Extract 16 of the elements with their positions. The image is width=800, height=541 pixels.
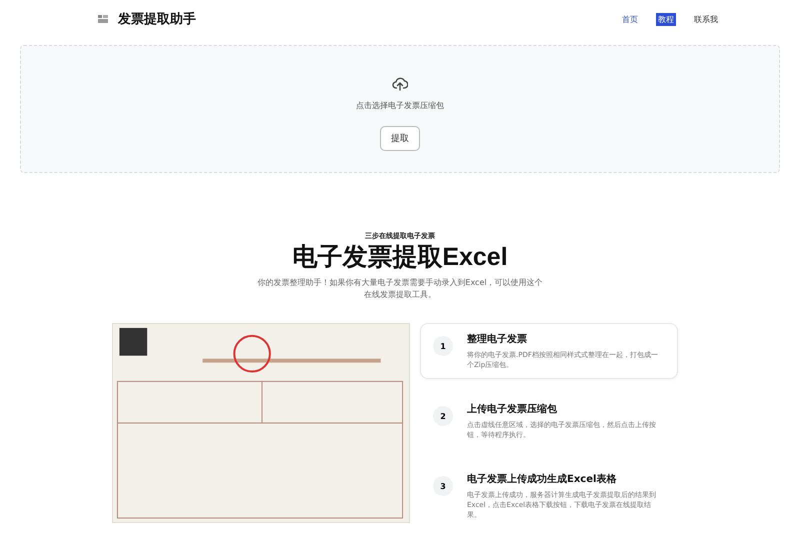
nav-link[interactable]: 联系我 [692, 12, 720, 26]
section-description: 你的发票整理助手！如果你有大量电子发票需要手动录入到Excel，可以使用这个在线发票提取工具。 [256, 277, 544, 301]
step-title: 电子发票上传成功生成Excel表格 [467, 472, 618, 486]
step-title: 整理电子发票 [467, 332, 528, 346]
extract-button[interactable]: 提取 [380, 126, 420, 151]
step-title: 上传电子发票压缩包 [467, 402, 558, 416]
step-number: 3 [433, 476, 453, 496]
nav-link[interactable]: 教程 [656, 12, 676, 26]
site-title: 发票提取助手 [118, 10, 197, 28]
step-number: 2 [433, 406, 453, 426]
nav-link[interactable]: 首页 [620, 12, 640, 26]
logo-icon [98, 15, 108, 23]
cloud-upload-icon [392, 77, 408, 91]
upload-hint: 点击选择电子发票压缩包 [356, 100, 444, 111]
section-heading: 电子发票提取Excel [292, 243, 508, 271]
step-number: 1 [433, 336, 453, 356]
